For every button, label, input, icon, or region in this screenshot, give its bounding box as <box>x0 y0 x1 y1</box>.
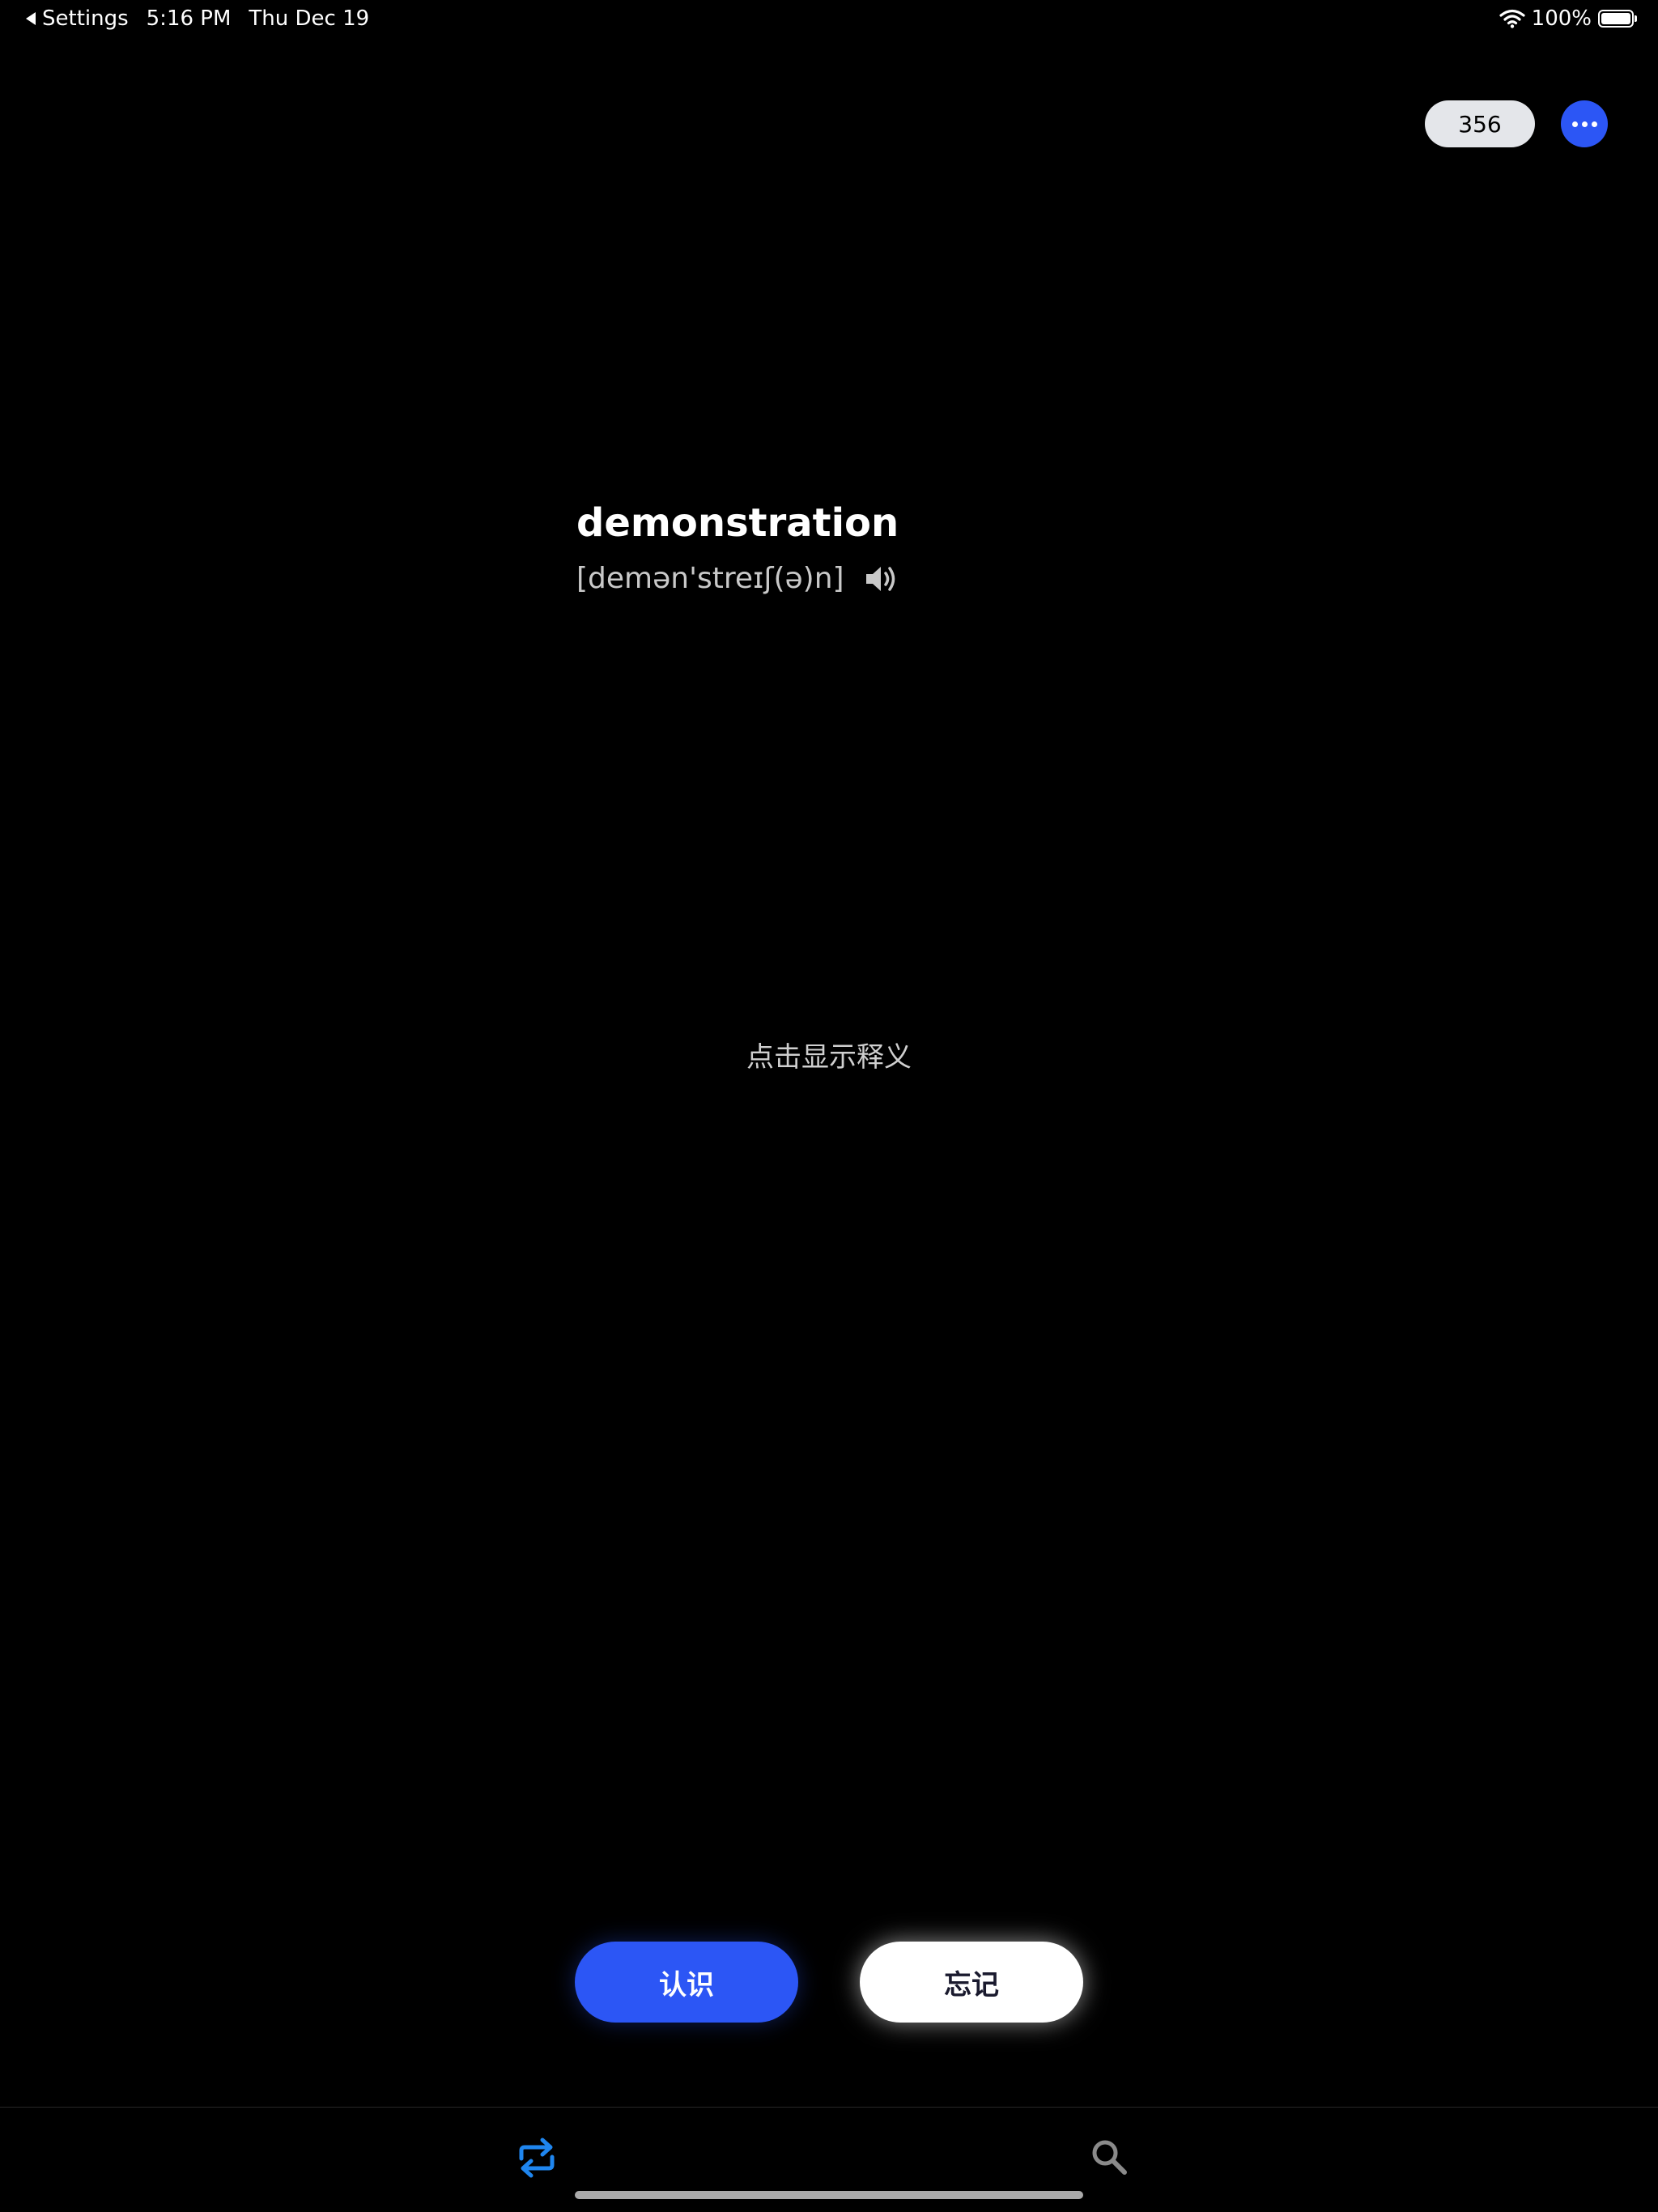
phonetic-text: [demən'streɪʃ(ə)n] <box>576 562 844 595</box>
word-count-badge[interactable]: 356 <box>1425 100 1535 147</box>
speaker-icon[interactable] <box>864 563 899 595</box>
status-date: Thu Dec 19 <box>249 6 370 31</box>
home-indicator[interactable] <box>575 2191 1083 2199</box>
back-to-settings-link[interactable]: Settings <box>42 6 129 31</box>
more-dots-icon <box>1581 121 1588 127</box>
battery-icon <box>1598 10 1637 28</box>
status-time: 5:16 PM <box>146 6 232 31</box>
tab-bar-divider <box>0 2107 1658 2108</box>
more-button[interactable] <box>1561 100 1608 147</box>
know-button[interactable]: 认识 <box>575 1942 798 2023</box>
search-icon[interactable] <box>1090 2138 1129 2176</box>
more-dots-icon <box>1571 121 1578 127</box>
phonetic-row: [demən'streɪʃ(ə)n] <box>576 562 899 595</box>
more-dots-icon <box>1591 121 1597 127</box>
battery-fill <box>1601 13 1630 24</box>
forget-button[interactable]: 忘记 <box>860 1942 1083 2023</box>
status-bar: Settings 5:16 PM Thu Dec 19 100% <box>0 0 1658 39</box>
repeat-icon[interactable] <box>517 2136 557 2180</box>
status-left: Settings 5:16 PM Thu Dec 19 <box>26 6 369 31</box>
wifi-icon <box>1499 9 1525 28</box>
back-arrow-icon[interactable] <box>26 12 36 25</box>
status-right: 100% <box>1499 6 1637 31</box>
battery-tip <box>1635 15 1637 22</box>
word-title: demonstration <box>576 500 899 546</box>
show-definition-hint[interactable]: 点击显示释义 <box>0 1035 1658 1074</box>
battery-percent: 100% <box>1531 6 1592 31</box>
